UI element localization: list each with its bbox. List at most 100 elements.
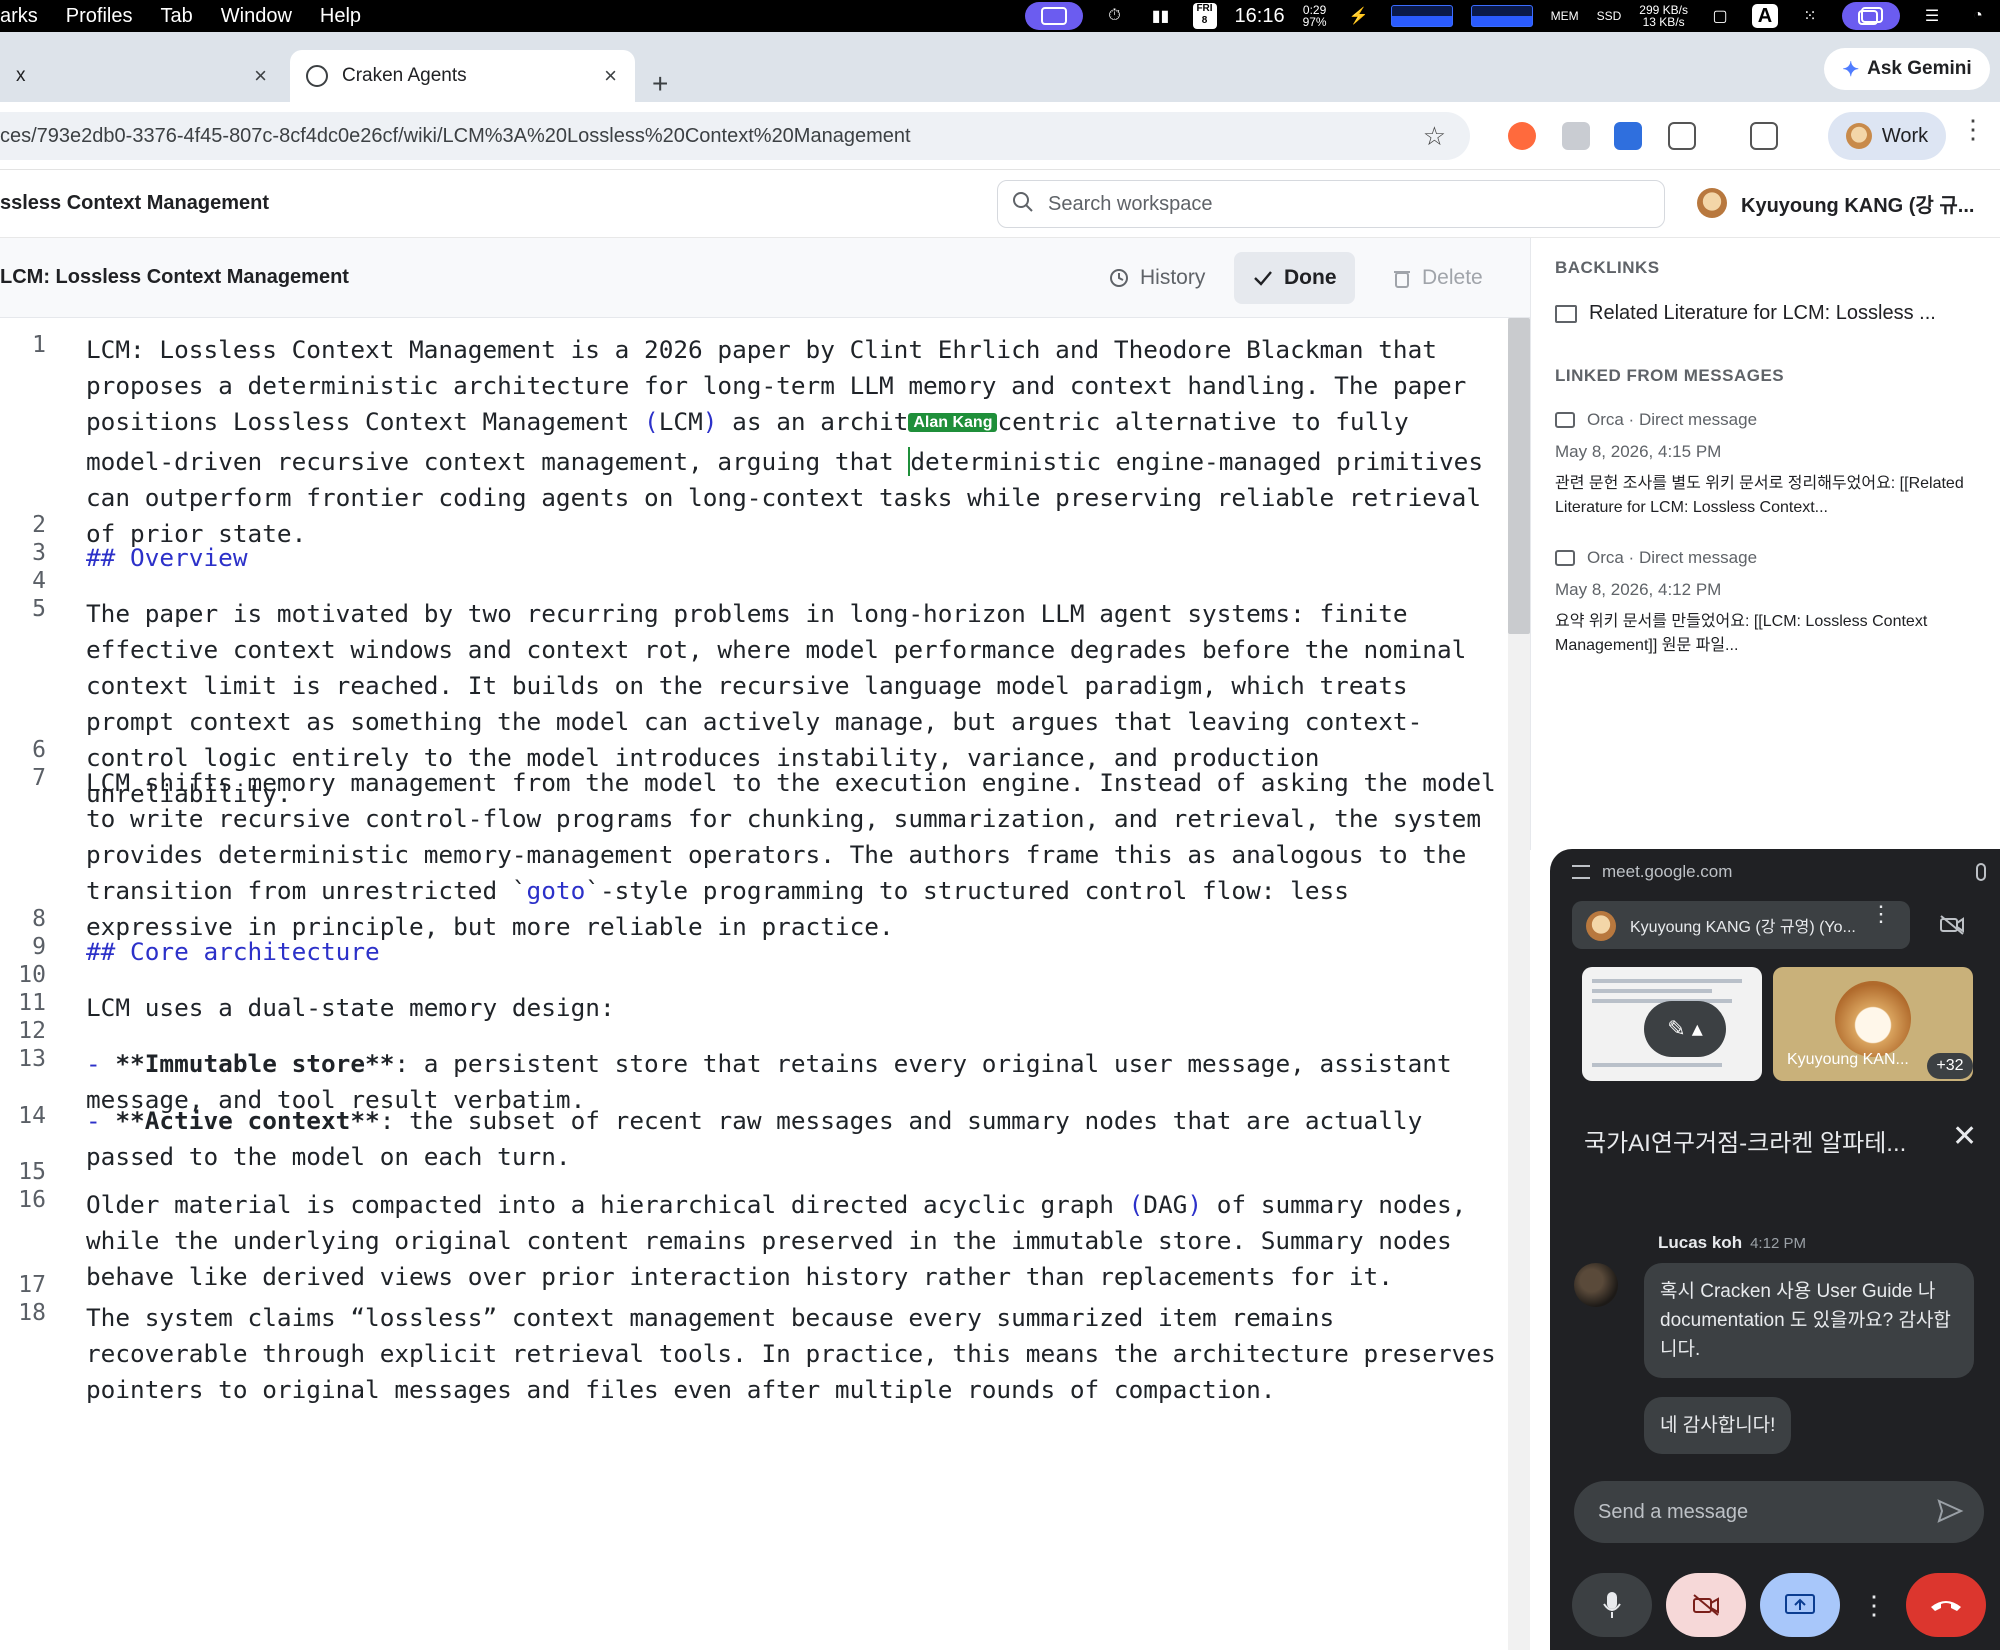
message-icon [1555,412,1575,428]
editor-scrollbar-thumb[interactable] [1508,318,1530,634]
gpu-graph [1470,5,1533,27]
linked-message[interactable]: Orca · Direct message May 8, 2026, 4:15 … [1555,410,1985,520]
delete-button[interactable]: Delete [1374,252,1501,304]
present-screen-button[interactable] [1760,1573,1840,1637]
close-icon[interactable]: × [604,63,617,89]
bookmark-star-icon[interactable]: ☆ [1423,121,1446,152]
preview-line [1592,989,1712,993]
history-button[interactable]: History [1090,252,1223,304]
line-text: The system claims “lossless” context man… [86,1303,1510,1404]
camera-off-icon[interactable] [1922,901,1982,949]
camera-button[interactable] [1666,1573,1746,1637]
send-icon[interactable] [1936,1497,1964,1525]
extensions-puzzle-icon[interactable] [1668,122,1696,150]
address-bar[interactable]: ces/793e2db0-3376-4f45-807c-8cf4dc0e26cf… [0,112,1470,160]
browser-menu-icon[interactable]: ⋮ [1960,116,1986,142]
avatar [1697,188,1727,218]
annotate-pen-icon[interactable]: ✎ ▴ [1644,1001,1726,1057]
more-participants-badge[interactable]: +32 [1927,1053,1973,1079]
profile-work-button[interactable]: Work [1828,112,1946,160]
more-options-icon[interactable]: ⋮ [1870,903,1892,925]
line-number: 14 [18,1103,46,1129]
close-icon[interactable]: × [254,63,267,89]
user-name: Kyuyoung KANG (강 규... [1741,194,1975,217]
calendar-date-icon[interactable]: FRI 8 [1192,3,1217,29]
gemini-spark-icon: ✦ [1842,58,1860,81]
line-number: 10 [18,962,46,988]
close-icon[interactable]: ✕ [1952,1119,1977,1154]
microphone-button[interactable] [1572,1573,1652,1637]
grid-apps-icon[interactable]: ⁙ [1796,5,1824,27]
line-number: 4 [32,568,46,594]
more-options-icon[interactable]: ⋮ [1856,1573,1892,1637]
done-button[interactable]: Done [1234,252,1355,304]
battery-icon[interactable]: ⚡ [1345,5,1373,27]
line-text: LCM uses a dual-state memory design: [86,993,615,1022]
ask-gemini-button[interactable]: ✦ Ask Gemini [1824,48,1990,90]
linked-message[interactable]: Orca · Direct message May 8, 2026, 4:12 … [1555,548,1985,658]
chat-title: 국가AI연구거점-크라켄 알파테... [1584,1130,1907,1157]
mic-indicator-icon [1976,863,1986,881]
menu-tab[interactable]: Tab [161,5,193,28]
backlink-item[interactable]: Related Literature for LCM: Lossless ... [1555,302,1936,325]
clock-status-icon[interactable]: ◔ [1964,5,1992,27]
linked-messages-heading: LINKED FROM MESSAGES [1555,366,1785,385]
screen-share-tile[interactable]: ✎ ▴ [1582,967,1762,1081]
screen-share-indicator-icon[interactable] [1024,2,1083,30]
search-input[interactable]: Search workspace [997,180,1665,228]
app-header: ssless Context Management Search workspa… [0,170,2000,238]
backlinks-heading: BACKLINKS [1555,258,1660,277]
message-icon [1555,550,1575,566]
participant-avatar [1835,981,1911,1057]
book-icon [1555,304,1577,323]
site-settings-icon[interactable] [1572,865,1590,879]
chat-message: 네 감사합니다! [1644,1397,1792,1454]
message-date: May 8, 2026, 4:15 PM [1555,442,1722,461]
message-source: Orca · Direct message [1555,548,1985,568]
message-date: May 8, 2026, 4:12 PM [1555,580,1722,599]
new-tab-button[interactable]: + [652,68,668,100]
meet-pip-window[interactable]: meet.google.com Kyuyoung KANG (강 규영) (Yo… [1550,849,2000,1650]
collaborator-caret [908,447,911,476]
backlink-label: Related Literature for LCM: Lossless ... [1589,302,1936,324]
menu-bookmarks[interactable]: arks [0,5,38,28]
timer-icon[interactable]: ⏱ [1101,5,1129,27]
browser-tab-strip: x × Craken Agents × + [0,32,2000,102]
tab-craken-agents[interactable]: Craken Agents × [290,50,635,102]
ssd-label: SSD [1596,9,1622,23]
input-source-icon[interactable]: A [1752,4,1778,28]
menu-profiles[interactable]: Profiles [66,5,133,28]
extension-pen-icon[interactable] [1562,122,1590,150]
clock[interactable]: 16:16 [1235,5,1285,28]
line-number: 1 [32,332,46,358]
globe-icon [306,65,328,87]
stage-manager-icon[interactable] [1842,2,1900,30]
menu-window[interactable]: Window [221,5,292,28]
history-label: History [1140,266,1206,289]
wifi-icon[interactable]: ▮▮ [1147,5,1175,27]
participant-pill[interactable]: Kyuyoung KANG (강 규영) (Yo... ⋮ [1572,901,1910,949]
line-number: 15 [18,1159,46,1185]
extension-claude-icon[interactable] [1508,122,1536,150]
chat-message-input[interactable]: Send a message [1574,1481,1984,1543]
control-center-icon[interactable]: ☰ [1918,5,1946,27]
app-square-icon[interactable]: ▢ [1706,5,1734,27]
user-menu[interactable]: Kyuyoung KANG (강 규... [1697,188,1974,218]
extension-blue-icon[interactable] [1614,122,1642,150]
line-text: ## Core architecture [86,937,380,966]
reading-mode-icon[interactable] [1750,122,1778,150]
chat-sender: Lucas koh 4:12 PM [1658,1233,1806,1253]
avatar [1586,911,1616,941]
markdown-editor[interactable]: 1 LCM: Lossless Context Management is a … [0,318,1510,1650]
line-text: ## Overview [86,543,248,572]
hang-up-button[interactable] [1906,1573,1986,1637]
line-number: 9 [32,934,46,960]
tab-previous[interactable]: x × [0,50,285,102]
profile-label: Work [1881,124,1929,147]
participant-tile[interactable]: Kyuyoung KAN... +32 [1773,967,1973,1081]
send-placeholder: Send a message [1598,1500,1749,1523]
page-title: LCM: Lossless Context Management [0,266,349,288]
menu-help[interactable]: Help [320,5,361,28]
status-area: ⏱ ▮▮ FRI 8 16:16 0:29 97% ⚡ MEM SSD 299 … [1024,0,1992,32]
line-number: 18 [18,1300,46,1326]
